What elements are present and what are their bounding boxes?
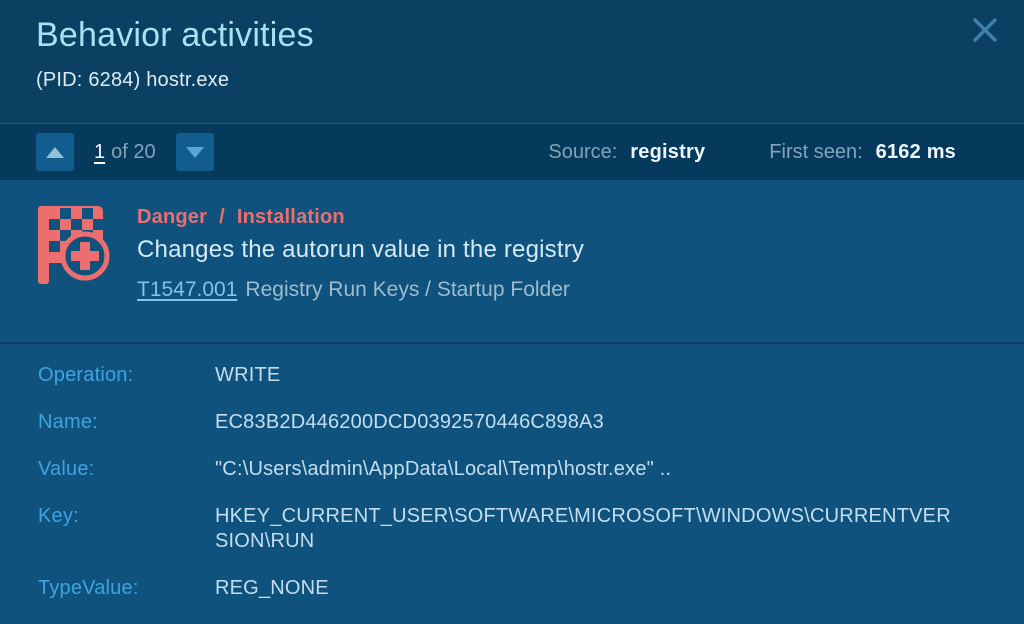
first-seen-group: First seen: 6162 ms bbox=[769, 141, 956, 164]
first-seen-label: First seen: bbox=[769, 141, 862, 164]
close-icon bbox=[971, 16, 999, 44]
process-subtitle: (PID: 6284) hostr.exe bbox=[36, 69, 988, 92]
detail-value: "C:\Users\admin\AppData\Local\Temp\hostr… bbox=[215, 457, 671, 482]
current-page: 1 bbox=[94, 141, 105, 163]
modal-title: Behavior activities bbox=[36, 14, 988, 56]
mitre-technique-name: Registry Run Keys / Startup Folder bbox=[245, 278, 569, 301]
detail-row-typevalue: TypeValue: REG_NONE bbox=[38, 576, 988, 601]
detail-value: WRITE bbox=[215, 363, 280, 388]
pager-position: 1 of 20 bbox=[94, 141, 156, 164]
threat-title: Changes the autorun value in the registr… bbox=[137, 236, 584, 264]
detail-value: HKEY_CURRENT_USER\SOFTWARE\MICROSOFT\WIN… bbox=[215, 504, 960, 554]
threat-summary: Danger / Installation Changes the autorun … bbox=[0, 180, 1024, 342]
detail-row-value: Value: "C:\Users\admin\AppData\Local\Tem… bbox=[38, 457, 988, 482]
detail-row-name: Name: EC83B2D446200DCD0392570446C898A3 bbox=[38, 410, 988, 435]
prev-activity-button[interactable] bbox=[36, 133, 74, 171]
detail-label: Value: bbox=[38, 457, 215, 482]
detail-row-operation: Operation: WRITE bbox=[38, 363, 988, 388]
activity-details: Operation: WRITE Name: EC83B2D446200DCD0… bbox=[0, 342, 1024, 624]
danger-flag-icon bbox=[38, 206, 112, 284]
detail-label: Name: bbox=[38, 410, 215, 435]
behavior-activities-modal: Behavior activities (PID: 6284) hostr.ex… bbox=[0, 0, 1024, 624]
detail-value: EC83B2D446200DCD0392570446C898A3 bbox=[215, 410, 604, 435]
detail-row-key: Key: HKEY_CURRENT_USER\SOFTWARE\MICROSOF… bbox=[38, 504, 988, 554]
mitre-technique-link[interactable]: T1547.001 bbox=[137, 278, 237, 301]
detail-label: Key: bbox=[38, 504, 215, 529]
page-count: of 20 bbox=[111, 141, 155, 163]
severity-line: Danger / Installation bbox=[137, 206, 584, 229]
mitre-line: T1547.001 Registry Run Keys / Startup Fol… bbox=[137, 278, 584, 302]
detail-value: REG_NONE bbox=[215, 576, 329, 601]
modal-header: Behavior activities (PID: 6284) hostr.ex… bbox=[0, 0, 1024, 123]
category-label: Installation bbox=[237, 206, 345, 228]
detail-label: Operation: bbox=[38, 363, 215, 388]
next-activity-button[interactable] bbox=[176, 133, 214, 171]
source-label: Source: bbox=[548, 141, 617, 164]
severity-label: Danger bbox=[137, 206, 207, 228]
severity-separator: / bbox=[219, 206, 225, 228]
chevron-up-icon bbox=[46, 147, 64, 158]
chevron-down-icon bbox=[186, 147, 204, 158]
threat-text: Danger / Installation Changes the autorun … bbox=[137, 206, 584, 342]
activity-nav-bar: 1 of 20 Source: registry First seen: 6162… bbox=[0, 123, 1024, 180]
source-value: registry bbox=[630, 141, 705, 164]
source-group: Source: registry bbox=[548, 141, 705, 164]
first-seen-value: 6162 ms bbox=[876, 141, 956, 164]
close-button[interactable] bbox=[968, 13, 1002, 47]
detail-label: TypeValue: bbox=[38, 576, 215, 601]
